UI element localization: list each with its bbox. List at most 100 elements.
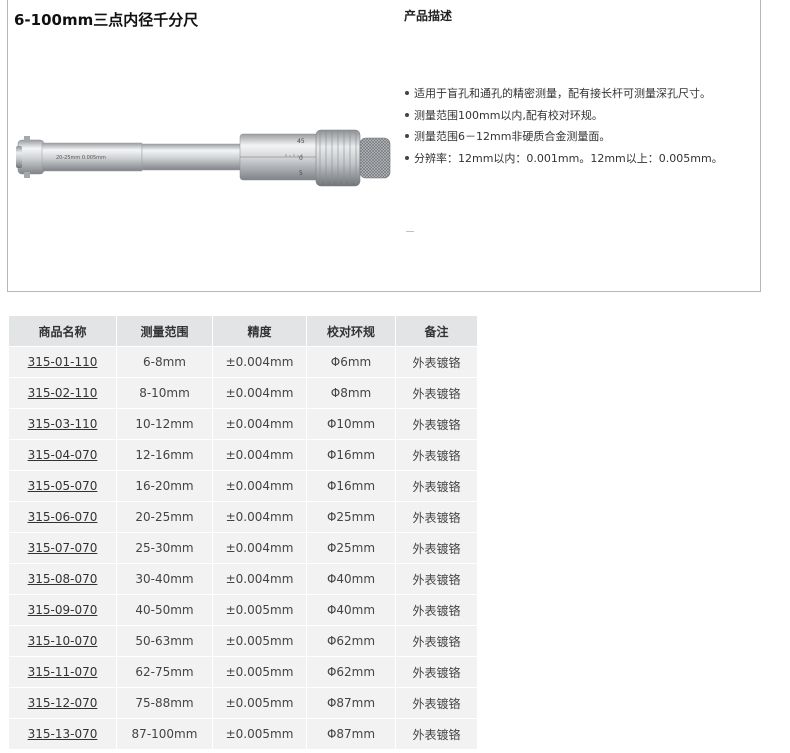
- range-cell: 87-100mm: [116, 718, 213, 750]
- header-range: 测量范围: [116, 315, 213, 347]
- product-code-link[interactable]: 315-08-070: [28, 572, 98, 586]
- ring-gauge-cell: Φ25mm: [306, 501, 396, 533]
- description-heading: 产品描述: [404, 9, 453, 23]
- accuracy-cell: ±0.005mm: [212, 594, 307, 626]
- thimble-number-2: 0: [299, 155, 303, 162]
- table-row: 315-11-070 62-75mm ±0.005mm Φ62mm 外表镀铬: [8, 656, 478, 688]
- table-row: 315-05-070 16-20mm ±0.004mm Φ16mm 外表镀铬: [8, 470, 478, 502]
- ring-gauge-cell: Φ8mm: [306, 377, 396, 409]
- barrel-label: 20-25mm 0.005mm: [56, 155, 106, 161]
- remark-cell: 外表镀铬: [395, 377, 478, 409]
- ring-gauge-cell: Φ6mm: [306, 346, 396, 378]
- thimble-number-1: 45: [297, 138, 305, 145]
- feature-text: 测量范围6－12mm非硬质合金测量面。: [414, 130, 611, 144]
- accuracy-cell: ±0.005mm: [212, 625, 307, 657]
- range-cell: 20-25mm: [116, 501, 213, 533]
- table-row: 315-09-070 40-50mm ±0.005mm Φ40mm 外表镀铬: [8, 594, 478, 626]
- remark-cell: 外表镀铬: [395, 687, 478, 719]
- table-row: 315-07-070 25-30mm ±0.004mm Φ25mm 外表镀铬: [8, 532, 478, 564]
- divider: [406, 231, 414, 232]
- product-code-link[interactable]: 315-07-070: [28, 541, 98, 555]
- product-code-link[interactable]: 315-04-070: [28, 448, 98, 462]
- range-cell: 6-8mm: [116, 346, 213, 378]
- header-remark: 备注: [395, 315, 478, 347]
- thimble-number-3: 5: [299, 170, 303, 177]
- ring-gauge-cell: Φ40mm: [306, 594, 396, 626]
- accuracy-cell: ±0.004mm: [212, 532, 307, 564]
- accuracy-cell: ±0.004mm: [212, 408, 307, 440]
- feature-item: 测量范围6－12mm非硬质合金测量面。: [402, 126, 723, 148]
- remark-cell: 外表镀铬: [395, 532, 478, 564]
- product-code-link[interactable]: 315-02-110: [28, 386, 98, 400]
- feature-list: 适用于盲孔和通孔的精密测量，配有接长杆可测量深孔尺寸。 测量范围100mm以内,…: [402, 83, 723, 170]
- product-panel: 6-100mm三点内径千分尺 20-25mm 0.005mm 45 0 5 产品…: [7, 0, 761, 292]
- range-cell: 8-10mm: [116, 377, 213, 409]
- range-cell: 25-30mm: [116, 532, 213, 564]
- spec-table: 商品名称 测量范围 精度 校对环规 备注 315-01-110 6-8mm ±0…: [8, 315, 478, 750]
- remark-cell: 外表镀铬: [395, 408, 478, 440]
- feature-text: 测量范围100mm以内,配有校对环规。: [414, 108, 603, 122]
- accuracy-cell: ±0.004mm: [212, 563, 307, 595]
- product-code-link[interactable]: 315-10-070: [28, 634, 98, 648]
- ring-gauge-cell: Φ87mm: [306, 687, 396, 719]
- accuracy-cell: ±0.005mm: [212, 718, 307, 750]
- table-row: 315-04-070 12-16mm ±0.004mm Φ16mm 外表镀铬: [8, 439, 478, 471]
- table-row: 315-03-110 10-12mm ±0.004mm Φ10mm 外表镀铬: [8, 408, 478, 440]
- range-cell: 12-16mm: [116, 439, 213, 471]
- remark-cell: 外表镀铬: [395, 501, 478, 533]
- product-code-link[interactable]: 315-12-070: [28, 696, 98, 710]
- table-row: 315-08-070 30-40mm ±0.004mm Φ40mm 外表镀铬: [8, 563, 478, 595]
- bullet-icon: [405, 156, 409, 161]
- accuracy-cell: ±0.005mm: [212, 687, 307, 719]
- table-row: 315-13-070 87-100mm ±0.005mm Φ87mm 外表镀铬: [8, 718, 478, 750]
- bullet-icon: [405, 112, 409, 117]
- ring-gauge-cell: Φ40mm: [306, 563, 396, 595]
- product-code-link[interactable]: 315-13-070: [28, 727, 98, 741]
- table-row: 315-06-070 20-25mm ±0.004mm Φ25mm 外表镀铬: [8, 501, 478, 533]
- table-row: 315-01-110 6-8mm ±0.004mm Φ6mm 外表镀铬: [8, 346, 478, 378]
- feature-text: 适用于盲孔和通孔的精密测量，配有接长杆可测量深孔尺寸。: [414, 87, 711, 100]
- feature-item: 适用于盲孔和通孔的精密测量，配有接长杆可测量深孔尺寸。: [402, 83, 723, 105]
- feature-item: 测量范围100mm以内,配有校对环规。: [402, 105, 723, 127]
- ring-gauge-cell: Φ62mm: [306, 656, 396, 688]
- remark-cell: 外表镀铬: [395, 563, 478, 595]
- bullet-icon: [405, 134, 409, 139]
- ring-gauge-cell: Φ87mm: [306, 718, 396, 750]
- ring-gauge-cell: Φ16mm: [306, 439, 396, 471]
- range-cell: 50-63mm: [116, 625, 213, 657]
- accuracy-cell: ±0.004mm: [212, 439, 307, 471]
- product-title: 6-100mm三点内径千分尺: [14, 11, 199, 29]
- product-code-link[interactable]: 315-09-070: [28, 603, 98, 617]
- product-code-link[interactable]: 315-06-070: [28, 510, 98, 524]
- product-code-link[interactable]: 315-03-110: [28, 417, 98, 431]
- remark-cell: 外表镀铬: [395, 594, 478, 626]
- range-cell: 62-75mm: [116, 656, 213, 688]
- table-header-row: 商品名称 测量范围 精度 校对环规 备注: [8, 315, 478, 347]
- table-row: 315-02-110 8-10mm ±0.004mm Φ8mm 外表镀铬: [8, 377, 478, 409]
- remark-cell: 外表镀铬: [395, 470, 478, 502]
- ring-gauge-cell: Φ16mm: [306, 470, 396, 502]
- remark-cell: 外表镀铬: [395, 718, 478, 750]
- header-product-name: 商品名称: [8, 315, 117, 347]
- micrometer-image: 20-25mm 0.005mm 45 0 5: [16, 129, 391, 187]
- remark-cell: 外表镀铬: [395, 625, 478, 657]
- ring-gauge-cell: Φ62mm: [306, 625, 396, 657]
- table-row: 315-10-070 50-63mm ±0.005mm Φ62mm 外表镀铬: [8, 625, 478, 657]
- remark-cell: 外表镀铬: [395, 346, 478, 378]
- product-code-link[interactable]: 315-11-070: [28, 665, 98, 679]
- product-code-link[interactable]: 315-01-110: [28, 355, 98, 369]
- feature-text: 分辨率：12mm以内：0.001mm。12mm以上：0.005mm。: [414, 152, 723, 166]
- range-cell: 10-12mm: [116, 408, 213, 440]
- remark-cell: 外表镀铬: [395, 656, 478, 688]
- product-code-link[interactable]: 315-05-070: [28, 479, 98, 493]
- accuracy-cell: ±0.005mm: [212, 656, 307, 688]
- accuracy-cell: ±0.004mm: [212, 346, 307, 378]
- accuracy-cell: ±0.004mm: [212, 470, 307, 502]
- bullet-icon: [405, 91, 409, 95]
- remark-cell: 外表镀铬: [395, 439, 478, 471]
- accuracy-cell: ±0.004mm: [212, 377, 307, 409]
- range-cell: 16-20mm: [116, 470, 213, 502]
- header-ring-gauge: 校对环规: [306, 315, 396, 347]
- table-row: 315-12-070 75-88mm ±0.005mm Φ87mm 外表镀铬: [8, 687, 478, 719]
- accuracy-cell: ±0.004mm: [212, 501, 307, 533]
